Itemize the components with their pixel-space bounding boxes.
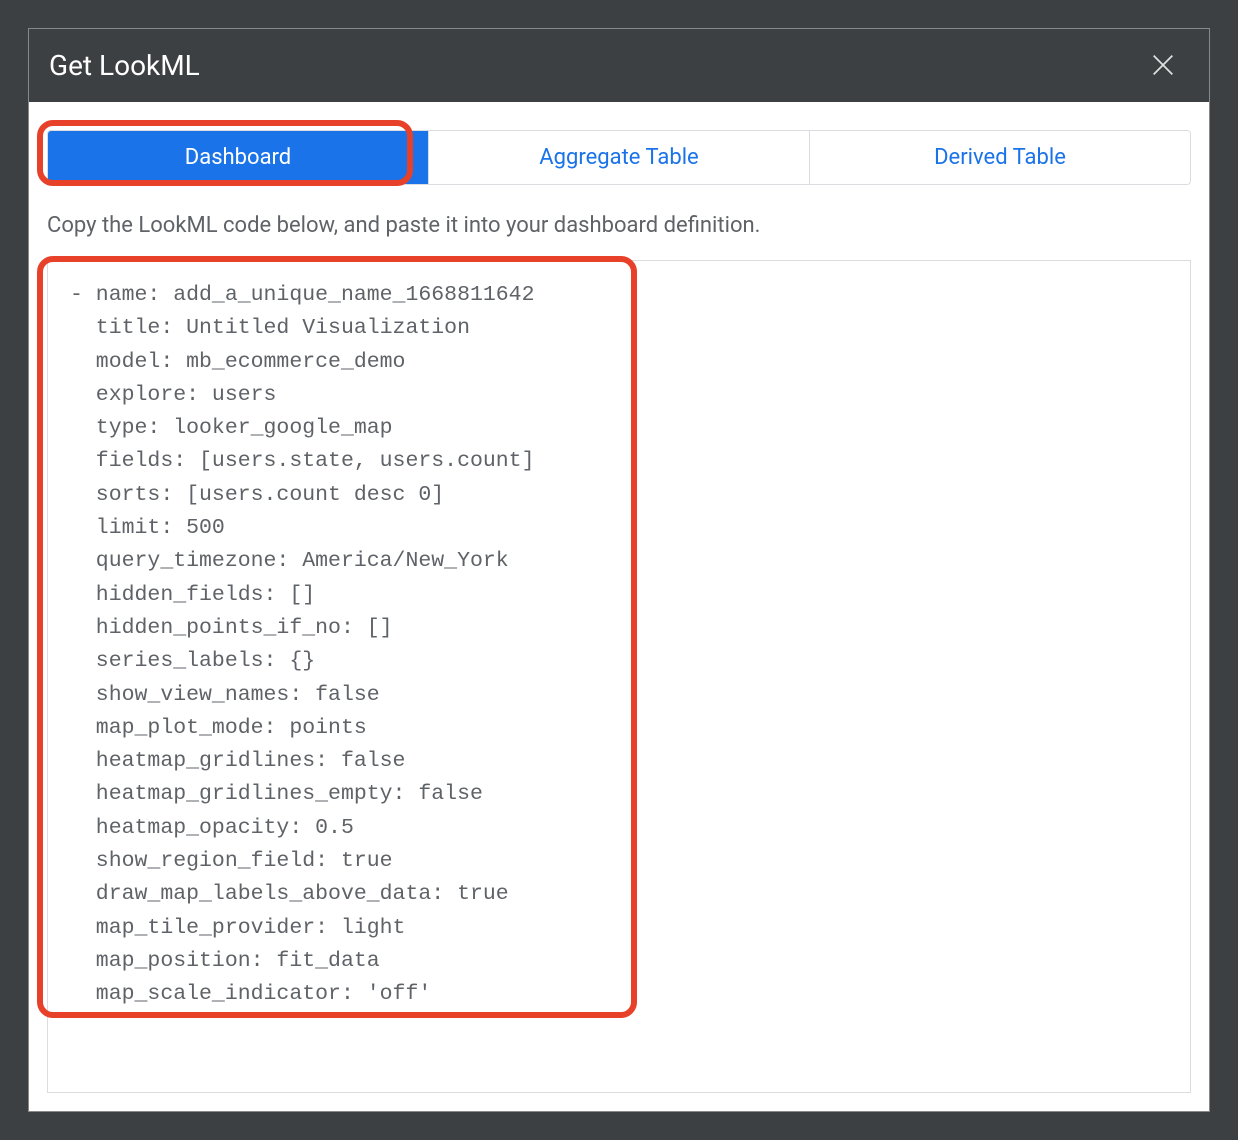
tab-aggregate-table[interactable]: Aggregate Table — [429, 131, 810, 184]
tabs: Dashboard Aggregate Table Derived Table — [47, 130, 1191, 185]
modal-header: Get LookML — [29, 29, 1209, 102]
close-icon — [1149, 51, 1177, 79]
instruction-text: Copy the LookML code below, and paste it… — [47, 213, 1191, 238]
tab-derived-table[interactable]: Derived Table — [810, 131, 1190, 184]
tabs-wrapper: Dashboard Aggregate Table Derived Table — [47, 130, 1191, 185]
modal-title: Get LookML — [49, 49, 200, 82]
modal-body: Dashboard Aggregate Table Derived Table … — [29, 102, 1209, 1111]
lookml-code-area[interactable] — [47, 260, 1191, 1093]
tab-dashboard[interactable]: Dashboard — [48, 131, 429, 184]
code-container — [47, 260, 1191, 1093]
close-button[interactable] — [1145, 47, 1181, 83]
get-lookml-modal: Get LookML Dashboard Aggregate Table Der… — [28, 28, 1210, 1112]
